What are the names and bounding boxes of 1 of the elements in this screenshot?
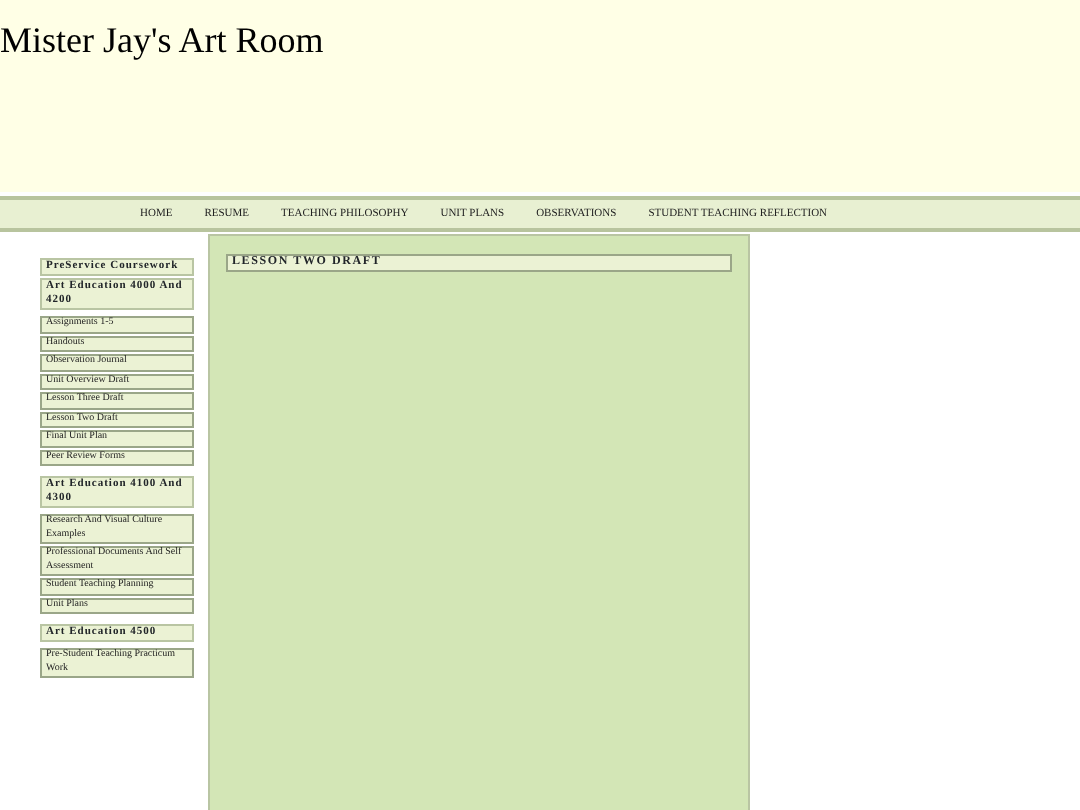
site-title: Mister Jay's Art Room <box>0 20 326 64</box>
